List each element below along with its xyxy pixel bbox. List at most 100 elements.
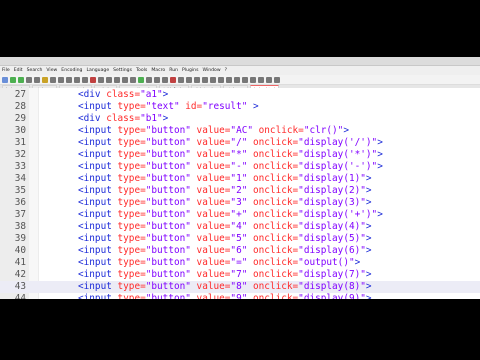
toolbar-icon[interactable] (66, 76, 72, 83)
code-line[interactable]: 44 <input type="button" value="9" onclick… (0, 293, 480, 299)
line-number: 28 (14, 101, 26, 112)
code-line[interactable]: 41 <input type="button" value="=" onclick… (0, 257, 480, 269)
toolbar-icon[interactable] (162, 76, 168, 83)
toolbar-icon[interactable] (138, 76, 144, 83)
line-number: 32 (14, 149, 26, 160)
toolbar-icon[interactable] (202, 76, 208, 83)
attribute-value: "button" (145, 149, 191, 160)
tag-close: > (365, 245, 372, 256)
line-number: 35 (14, 185, 26, 196)
tag-close: > (343, 125, 349, 136)
toolbar-icon[interactable] (98, 76, 104, 83)
attribute-name: value= (190, 257, 231, 268)
toolbar-icon[interactable] (2, 76, 8, 83)
toolbar-icon[interactable] (218, 76, 224, 83)
code-line[interactable]: 30 <input type="button" value="AC" onclic… (0, 125, 480, 137)
code-line[interactable]: 35 <input type="button" value="2" onclick… (0, 185, 480, 197)
code-line[interactable]: 40 <input type="button" value="6" onclick… (0, 245, 480, 257)
tag-close: > (365, 293, 372, 299)
html-tag: <input (78, 257, 112, 268)
tag-close: > (365, 233, 372, 244)
code-line[interactable]: 31 <input type="button" value="/" onclick… (0, 137, 480, 149)
menu-item[interactable]: Tools (136, 68, 147, 73)
menu-item[interactable]: Edit (14, 68, 23, 73)
toolbar-icon[interactable] (250, 76, 256, 83)
tag-close: > (162, 113, 169, 124)
toolbar-icon[interactable] (114, 76, 120, 83)
menu-item[interactable]: Window (203, 68, 221, 73)
code-line[interactable]: 36 <input type="button" value="3" onclick… (0, 197, 480, 209)
toolbar-icon[interactable] (26, 76, 32, 83)
toolbar-icon[interactable] (242, 76, 248, 83)
toolbar-icon[interactable] (266, 76, 272, 83)
toolbar-icon[interactable] (74, 76, 80, 83)
toolbar-icon[interactable] (226, 76, 232, 83)
attribute-value: "a1" (140, 89, 163, 100)
code-editor[interactable]: 27 <div class="a1"> 28 <input type="text" i… (0, 88, 480, 299)
attribute-value: "6" (230, 245, 248, 256)
menu-item[interactable]: Macro (151, 68, 165, 73)
menu-item[interactable]: Settings (113, 68, 132, 73)
toolbar-icon[interactable] (58, 76, 64, 83)
code-text: <input type="button" value="+" onclick="… (78, 209, 383, 221)
code-line[interactable]: 43 <input type="button" value="8" onclick… (0, 281, 480, 293)
toolbar-icon[interactable] (42, 76, 48, 83)
toolbar-icon[interactable] (186, 76, 192, 83)
line-number: 43 (14, 281, 26, 292)
code-line[interactable]: 38 <input type="button" value="4" onclick… (0, 221, 480, 233)
toolbar-icon[interactable] (234, 76, 240, 83)
toolbar-icon[interactable] (34, 76, 40, 83)
toolbar-icon[interactable] (106, 76, 112, 83)
attribute-name: value= (190, 185, 231, 196)
menu-item[interactable]: View (46, 68, 57, 73)
toolbar-icon[interactable] (170, 76, 176, 83)
toolbar-icon[interactable] (274, 76, 280, 83)
toolbar-icon[interactable] (10, 76, 16, 83)
attribute-name: onclick= (247, 233, 299, 244)
toolbar-icon[interactable] (178, 76, 184, 83)
menu-item[interactable]: ? (225, 68, 227, 73)
toolbar-icon[interactable] (50, 76, 56, 83)
attribute-name: onclick= (247, 245, 299, 256)
attribute-name: onclick= (247, 173, 299, 184)
toolbar-icon[interactable] (90, 76, 96, 83)
menu-item[interactable]: Run (169, 68, 178, 73)
toolbar-icon[interactable] (82, 76, 88, 83)
code-line[interactable]: 42 <input type="button" value="7" onclick… (0, 269, 480, 281)
toolbar-icon[interactable] (146, 76, 152, 83)
code-line[interactable]: 37 <input type="button" value="+" onclick… (0, 209, 480, 221)
attribute-value: "display(2)" (298, 185, 366, 196)
attribute-value: "display(5)" (298, 233, 366, 244)
attribute-value: "display('*')" (298, 149, 378, 160)
code-text: <input type="button" value="7" onclick="… (78, 269, 372, 281)
code-line[interactable]: 34 <input type="button" value="1" onclick… (0, 173, 480, 185)
code-line[interactable]: 39 <input type="button" value="5" onclick… (0, 233, 480, 245)
menu-item[interactable]: Search (27, 68, 43, 73)
menu-item[interactable]: Encoding (61, 68, 82, 73)
html-tag: <input (78, 209, 112, 220)
toolbar-icon[interactable] (154, 76, 160, 83)
html-tag: <input (78, 293, 112, 299)
toolbar-icon[interactable] (210, 76, 216, 83)
toolbar-icon[interactable] (130, 76, 136, 83)
code-line[interactable]: 32 <input type="button" value="*" onclick… (0, 149, 480, 161)
menu-item[interactable]: File (2, 68, 10, 73)
menu-item[interactable]: Language (86, 68, 109, 73)
code-line[interactable]: 27 <div class="a1"> (0, 89, 480, 101)
menu-item[interactable]: Plugins (182, 68, 198, 73)
attribute-name: type= (111, 293, 146, 299)
tag-close: > (365, 221, 372, 232)
toolbar-icon[interactable] (194, 76, 200, 83)
toolbar-icon[interactable] (122, 76, 128, 83)
attribute-name: onclick= (247, 149, 299, 160)
attribute-value: "button" (145, 197, 191, 208)
code-text: <input type="button" value="=" onclick="… (78, 257, 360, 269)
toolbar-icon[interactable] (258, 76, 264, 83)
code-line[interactable]: 29 <div class="b1"> (0, 113, 480, 125)
tag-close: > (365, 185, 372, 196)
attribute-name: type= (111, 197, 146, 208)
toolbar-icon[interactable] (18, 76, 24, 83)
code-line[interactable]: 28 <input type="text" id="result" > (0, 101, 480, 113)
code-line[interactable]: 33 <input type="button" value="-" onclick… (0, 161, 480, 173)
toolbar (0, 75, 480, 85)
